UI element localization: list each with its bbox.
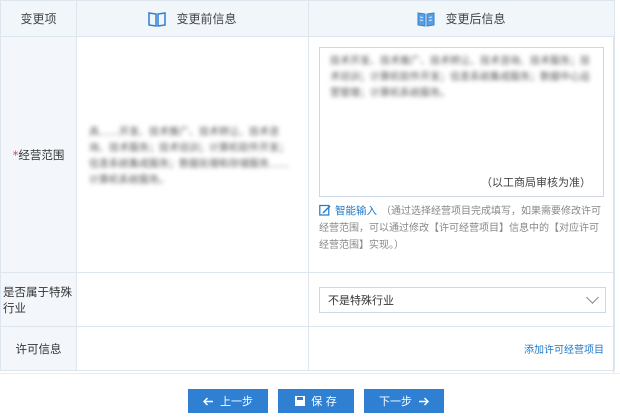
next-step-button[interactable]: 下一步 [364,389,444,413]
special-industry-row: 是否属于特殊行业 不是特殊行业 [0,272,615,327]
business-scope-label: 经营范围 [18,147,65,162]
header-after: 变更后信息 [308,0,615,37]
license-info-before-cell [76,326,309,371]
footer-divider [0,373,620,374]
change-form-table: 变更项 变更前信息 变更后信息 *经营范围 具……开发、技术推广、技术转让、技术… [0,0,615,371]
save-button[interactable]: 保 存 [278,389,354,413]
edit-icon [319,204,331,216]
business-scope-after-text: 技术开发、技术推广、技术转让、技术咨询、技术服务；技术培训；计算机软件开发；信息… [330,56,590,99]
arrow-right-icon [419,396,429,406]
change-form-frame: 变更项 变更前信息 变更后信息 *经营范围 具……开发、技术推广、技术转让、技术… [0,0,615,373]
business-scope-before-text: 具……开发、技术推广、技术转让、技术咨询、技术服务；技术培训；计算机软件开发；信… [89,126,289,186]
chevron-down-icon [586,291,599,304]
prev-step-button[interactable]: 上一步 [188,389,268,413]
business-scope-textarea[interactable]: 技术开发、技术推广、技术转让、技术咨询、技术服务；技术培训；计算机软件开发；信息… [319,47,604,197]
special-industry-selected: 不是特殊行业 [328,293,394,307]
floppy-disk-icon [295,396,306,406]
special-industry-select[interactable]: 不是特殊行业 [319,286,606,313]
header-after-label: 变更后信息 [445,12,506,26]
special-industry-label-cell: 是否属于特殊行业 [0,272,77,327]
business-scope-row: *经营范围 具……开发、技术推广、技术转让、技术咨询、技术服务；技术培训；计算机… [0,36,615,273]
license-info-label-cell: 许可信息 [0,326,77,371]
license-info-after-cell: 添加许可经营项目 [308,326,615,371]
filled-book-icon [417,11,435,27]
open-book-icon [148,11,167,27]
special-industry-label: 是否属于特殊行业 [3,284,72,315]
prev-step-label: 上一步 [220,395,253,408]
next-step-label: 下一步 [379,395,412,408]
review-note: （以工商局审核为准） [481,176,591,189]
business-scope-after-cell: 技术开发、技术推广、技术转让、技术咨询、技术服务；技术培训；计算机软件开发；信息… [308,36,615,273]
save-label: 保 存 [311,395,337,408]
arrow-left-icon [203,396,213,406]
header-item: 变更项 [0,0,77,37]
business-scope-before-cell: 具……开发、技术推广、技术转让、技术咨询、技术服务；技术培训；计算机软件开发；信… [76,36,309,273]
add-license-item-link[interactable]: 添加许可经营项目 [524,341,604,356]
smart-input-line: 智能输入 （通过选择经营项目完成填写，如果需要修改许可经营范围，可以通过修改【许可… [319,203,604,254]
special-industry-after-cell: 不是特殊行业 [308,272,615,327]
table-header-row: 变更项 变更前信息 变更后信息 [0,0,615,37]
business-scope-label-cell: *经营范围 [0,36,77,273]
header-before: 变更前信息 [76,0,309,37]
license-info-label: 许可信息 [15,341,62,356]
action-bar: 上一步 保 存 下一步 [0,389,620,413]
license-info-row: 许可信息 添加许可经营项目 [0,326,615,371]
smart-input-link[interactable]: 智能输入 [335,205,377,217]
header-item-label: 变更项 [20,12,57,26]
header-before-label: 变更前信息 [176,12,237,26]
special-industry-before-cell [76,272,309,327]
